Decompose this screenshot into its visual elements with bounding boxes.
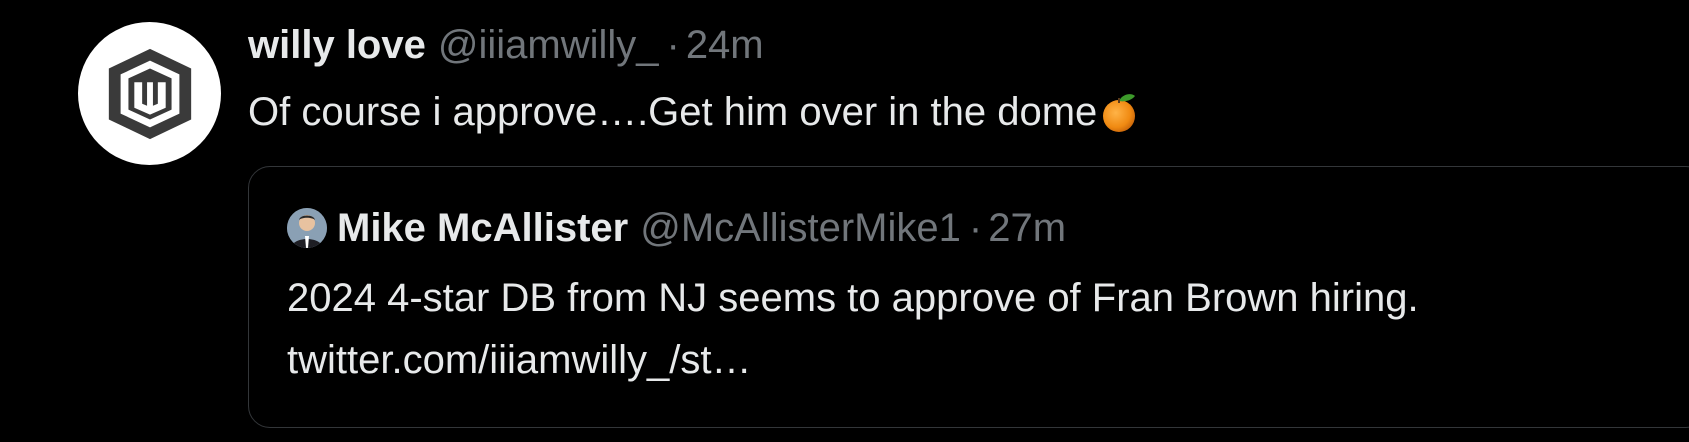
separator-dot: · — [666, 23, 680, 67]
quoted-tweet-text: 2024 4-star DB from NJ seems to approve … — [287, 267, 1647, 391]
quoted-tweet-header: Mike McAllister @McAllisterMike1 · 27m — [287, 203, 1066, 253]
quoted-tweet-card[interactable]: Mike McAllister @McAllisterMike1 · 27m 2… — [248, 166, 1689, 428]
quoted-tweet-timestamp[interactable]: 27m — [988, 206, 1066, 251]
tweet-timestamp[interactable]: 24m — [686, 20, 764, 70]
tweet-header: willy love @iiiamwilly_ · 24m — [248, 20, 764, 70]
tweet-text: Of course i approve….Get him over in the… — [248, 86, 1139, 138]
author-display-name[interactable]: willy love — [248, 20, 426, 70]
profile-photo-icon — [287, 208, 327, 248]
w-shield-logo-icon — [108, 48, 191, 139]
quoted-author-avatar[interactable] — [287, 208, 327, 248]
quoted-text-line-1: 2024 4-star DB from NJ seems to approve … — [287, 276, 1419, 320]
author-handle[interactable]: @iiiamwilly_ — [438, 20, 659, 70]
quoted-text-link[interactable]: twitter.com/iiiamwilly_/st… — [287, 329, 1647, 391]
quoted-author-handle[interactable]: @McAllisterMike1 — [640, 206, 961, 251]
quoted-separator-dot: · — [968, 205, 983, 250]
author-avatar[interactable] — [78, 22, 221, 165]
tweet[interactable]: willy love @iiiamwilly_ · 24m Of course … — [0, 0, 1689, 442]
quoted-author-display-name[interactable]: Mike McAllister — [337, 206, 628, 251]
tweet-text-content: Of course i approve….Get him over in the… — [248, 90, 1098, 134]
tangerine-emoji-icon — [1099, 90, 1139, 134]
